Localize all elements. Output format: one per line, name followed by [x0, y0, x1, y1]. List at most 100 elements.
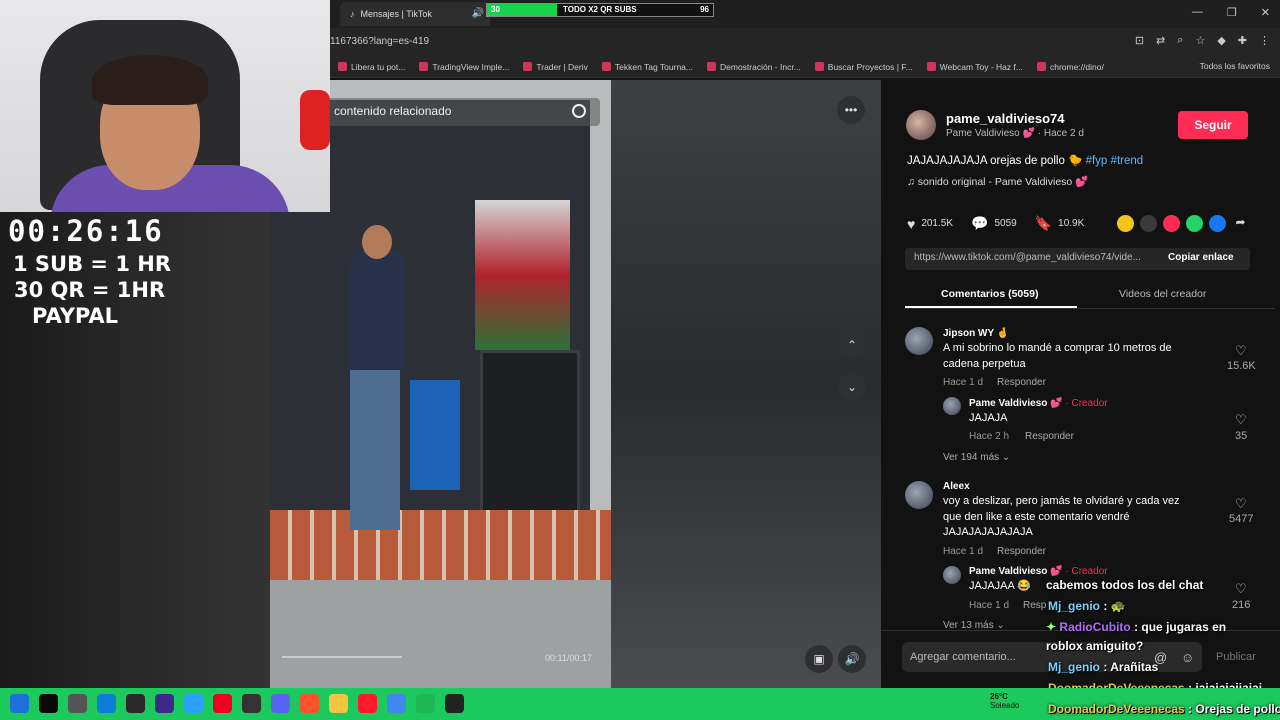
install-icon[interactable]: ⊡ — [1135, 34, 1144, 47]
search-icon[interactable] — [572, 104, 586, 118]
bookmark-item[interactable]: Libera tu pot... — [338, 62, 405, 72]
view-more-replies[interactable]: Ver 194 más ⌄ — [943, 452, 1010, 463]
next-video-icon[interactable]: ⌄ — [838, 373, 866, 401]
emoji-icon[interactable]: ☺ — [1181, 650, 1194, 665]
tab-tiktok[interactable]: ♪ Mensajes | TikTok 🔊 — [340, 2, 490, 26]
chrome-icon[interactable] — [387, 694, 406, 713]
avatar[interactable] — [905, 327, 933, 355]
coin-icon[interactable] — [1117, 215, 1134, 232]
brave-icon[interactable] — [300, 694, 319, 713]
publish-button[interactable]: Publicar — [1216, 651, 1256, 663]
follow-button[interactable]: Seguir — [1178, 111, 1248, 139]
video-scene-person-legs — [350, 370, 400, 530]
comment-icon: 💬 — [971, 215, 989, 231]
opera-icon[interactable] — [358, 694, 377, 713]
creator-username[interactable]: pame_valdivieso74 — [946, 111, 1065, 126]
video-scene-street — [270, 580, 611, 688]
heart-icon[interactable]: ♡ — [1235, 412, 1247, 428]
all-favorites[interactable]: Todos los favoritos — [1200, 61, 1270, 71]
picture-in-picture-icon[interactable]: ▣ — [805, 645, 833, 673]
reply-button[interactable]: Responder — [1025, 431, 1074, 442]
like-button[interactable]: ♥ 201.5K — [907, 216, 953, 232]
premiere-icon[interactable] — [155, 694, 174, 713]
windows-start-icon[interactable] — [10, 694, 29, 713]
avatar[interactable] — [905, 481, 933, 509]
photoshop-icon[interactable] — [126, 694, 145, 713]
embed-icon[interactable] — [1140, 215, 1157, 232]
stream-timer: 00:26:16 — [8, 214, 164, 248]
heart-icon[interactable]: ♡ — [1235, 581, 1247, 597]
bookmark-item[interactable]: TradingView Imple... — [419, 62, 509, 72]
zoom-icon[interactable]: ⌕ — [1177, 34, 1183, 47]
facebook-icon[interactable] — [1209, 215, 1226, 232]
bookmark-item[interactable]: Buscar Proyectos | F... — [814, 62, 913, 72]
discord-icon[interactable] — [271, 694, 290, 713]
avatar[interactable] — [906, 110, 936, 140]
gamepad-icon[interactable] — [68, 694, 87, 713]
promo-text: 1 SUB = 1 HR — [13, 252, 171, 276]
store-icon[interactable] — [184, 694, 203, 713]
weather-widget[interactable]: 26°C Soleado — [990, 692, 1019, 710]
comment-author[interactable]: Jipson WY 🤞 — [943, 328, 1009, 339]
spotify-icon[interactable] — [416, 694, 435, 713]
reply-author[interactable]: Pame Valdivieso 💕 · Creador — [969, 566, 1108, 577]
video-link: https://www.tiktok.com/@pame_valdivieso7… — [914, 252, 1141, 263]
share-icons: ➦ — [1117, 215, 1249, 232]
close-tab-icon[interactable]: 🔊 — [472, 8, 484, 19]
maximize-icon[interactable]: ❐ — [1227, 6, 1237, 19]
comment-author[interactable]: Aleex — [943, 481, 970, 492]
edge-icon[interactable] — [97, 694, 116, 713]
bookmark-item[interactable]: Webcam Toy - Haz f... — [926, 62, 1023, 72]
webcam-hair — [92, 55, 208, 105]
deriv-icon[interactable] — [213, 694, 232, 713]
hashtag-link[interactable]: #trend — [1111, 155, 1144, 167]
close-window-icon[interactable]: ✕ — [1261, 6, 1270, 19]
bookmark-item[interactable]: Trader | Deriv — [523, 62, 588, 72]
search-icon[interactable] — [39, 694, 58, 713]
send-icon[interactable] — [1163, 215, 1180, 232]
obs-icon[interactable] — [445, 694, 464, 713]
extensions-puzzle-icon[interactable]: ✚ — [1238, 34, 1247, 47]
reply-button[interactable]: Responder — [997, 377, 1046, 388]
bookmark-item[interactable]: chrome://dino/ — [1036, 62, 1104, 72]
avatar[interactable] — [943, 397, 961, 415]
sub-goal-current: 30 — [491, 5, 500, 14]
webcam-plush — [300, 90, 330, 150]
star-icon[interactable]: ☆ — [1195, 34, 1205, 47]
more-options-icon[interactable]: ••• — [837, 96, 865, 124]
bookmark-item[interactable]: Demostración - Incr... — [707, 62, 801, 72]
comment-button[interactable]: 💬 5059 — [971, 215, 1017, 232]
comment-text: A mi sobrino lo mandé a comprar 10 metro… — [943, 342, 1172, 354]
volume-icon[interactable]: 🔊 — [838, 645, 866, 673]
menu-icon[interactable]: ⋮ — [1259, 34, 1270, 47]
capcut-icon[interactable] — [242, 694, 261, 713]
music-link[interactable]: ♫ sonido original - Pame Valdivieso 💕 — [907, 175, 1088, 188]
reply-author[interactable]: Pame Valdivieso 💕 · Creador — [969, 398, 1108, 409]
bookmark-item[interactable]: Tekken Tag Tourna... — [601, 62, 693, 72]
comment-time: Hace 1 d — [943, 546, 984, 557]
minimize-icon[interactable]: — — [1192, 6, 1203, 19]
save-button[interactable]: 🔖 10.9K — [1035, 215, 1085, 232]
video-progress-bar[interactable] — [282, 656, 402, 658]
hashtag-link[interactable]: #fyp — [1086, 155, 1108, 167]
previous-video-icon[interactable]: ⌃ — [838, 331, 866, 359]
folder-icon[interactable] — [329, 694, 348, 713]
reply-button[interactable]: Resp — [1023, 600, 1046, 611]
engagement-stats: ♥ 201.5K 💬 5059 🔖 10.9K — [907, 215, 1084, 232]
extension-icon[interactable]: ◆ — [1217, 34, 1225, 47]
tab-creator-videos[interactable]: Videos del creador — [1119, 288, 1206, 300]
translate-icon[interactable]: ⇄ — [1156, 34, 1165, 47]
tab-comments[interactable]: Comentarios (5059) — [941, 288, 1038, 300]
copy-link-button[interactable]: Copiar enlace — [1168, 252, 1234, 263]
avatar[interactable] — [943, 566, 961, 584]
browser-toolbar: ⊡ ⇄ ⌕ ☆ ◆ ✚ ⋮ — [1135, 34, 1270, 47]
reply-time: Hace 2 h — [969, 431, 1010, 442]
heart-icon[interactable]: ♡ — [1235, 496, 1247, 512]
url-field[interactable]: 1167366?lang=es-419 — [330, 36, 429, 47]
tabs-divider — [905, 308, 1275, 309]
whatsapp-icon[interactable] — [1186, 215, 1203, 232]
reply-button[interactable]: Responder — [997, 546, 1046, 557]
heart-icon[interactable]: ♡ — [1235, 343, 1247, 359]
reply-text: JAJAJAA 😂 — [969, 580, 1031, 592]
share-icon[interactable]: ➦ — [1232, 215, 1249, 232]
